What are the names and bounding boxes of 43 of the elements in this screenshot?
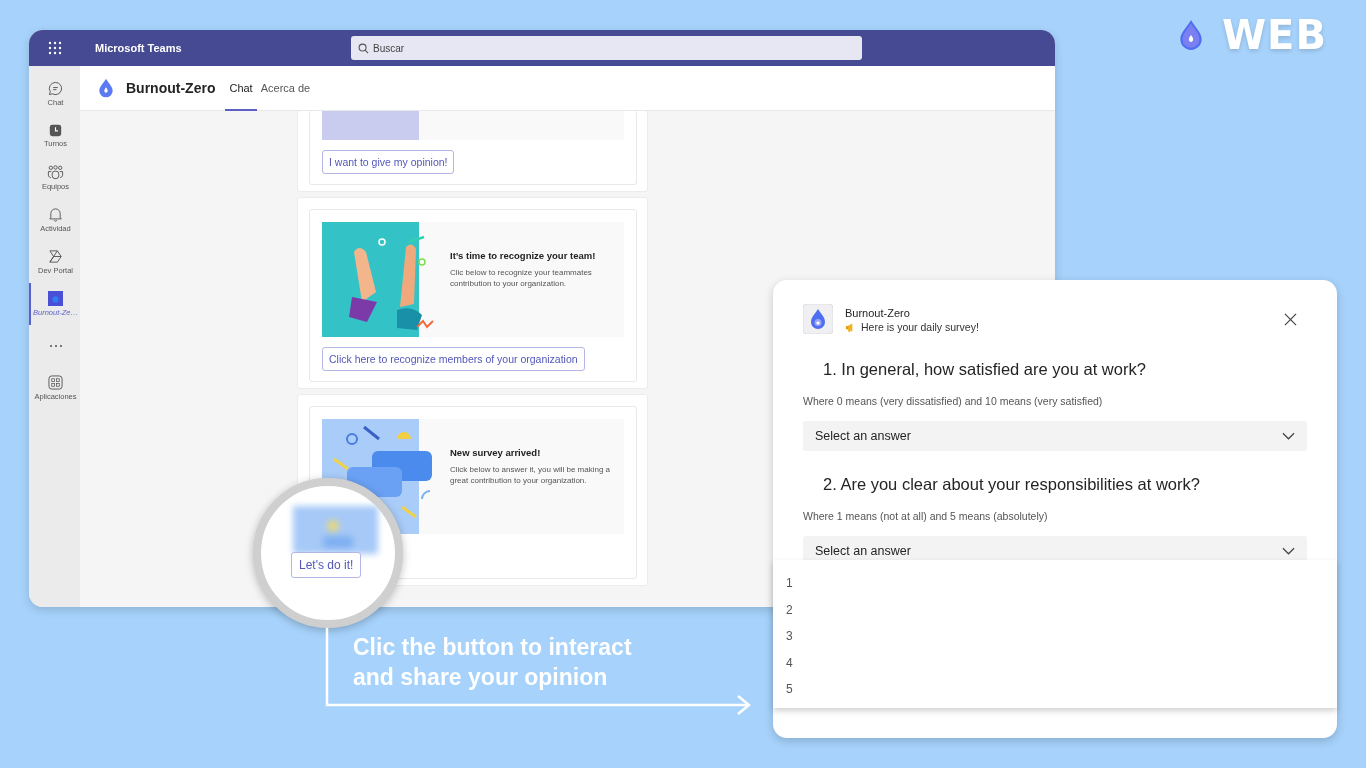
chevron-down-icon	[1282, 547, 1295, 555]
tab[interactable]: Acerca de	[256, 65, 315, 111]
dropdown-option[interactable]: 5	[773, 676, 1337, 703]
clock-icon	[49, 124, 62, 137]
chevron-down-icon	[1282, 432, 1295, 440]
search-field[interactable]: Buscar	[351, 36, 862, 60]
drop-logo-icon	[1178, 19, 1204, 51]
card-title: It’s time to recognize your team!	[450, 249, 597, 263]
card-action-button[interactable]: I want to give my opinion!	[322, 150, 455, 174]
question-title: 1. In general, how satisfied are you at work?	[823, 359, 1147, 380]
more-icon	[48, 344, 63, 348]
card-action-button[interactable]: Let's do it!	[291, 552, 362, 578]
dropdown-option[interactable]: 4	[773, 649, 1337, 676]
dialog-subtitle: Here is your daily survey!	[861, 321, 979, 333]
app-icon	[48, 291, 63, 306]
apps-icon	[48, 375, 63, 390]
card-title: New survey arrived!	[450, 446, 542, 460]
callout-text: Clic the button to interact	[353, 633, 632, 662]
portal-icon	[48, 249, 63, 264]
tab[interactable]: Chat	[225, 65, 257, 111]
dropdown-option[interactable]: 3	[773, 623, 1337, 650]
app-launcher-icon[interactable]	[48, 41, 62, 55]
card-action-button[interactable]: Click here to recognize members of your organization	[322, 347, 585, 371]
brand-label: WEB	[1222, 12, 1327, 58]
window-title: Microsoft Teams	[95, 42, 183, 54]
search-icon	[358, 43, 369, 54]
close-icon[interactable]	[1284, 313, 1297, 326]
people-icon	[47, 165, 64, 180]
answer-dropdown[interactable]: Select an answer	[803, 421, 1307, 451]
dropdown-option[interactable]: 2	[773, 596, 1337, 623]
question-hint: Where 0 means (very dissatisfied) and 10 means (very satisfied)	[803, 394, 1104, 408]
card-text: Clic below to recognize your teammates contribution to your organization.	[450, 267, 593, 289]
bell-icon	[48, 207, 63, 222]
dropdown-option[interactable]: 1	[773, 570, 1337, 597]
chat-icon	[48, 81, 63, 96]
card-text: Click below to answer it, you will be making a great contribution to your organization.	[450, 464, 612, 486]
dialog-app-name: Burnout-Zero	[845, 307, 911, 319]
app-title: Burnout-Zero	[126, 80, 216, 96]
drop-icon	[98, 78, 114, 98]
question-hint: Where 1 means (not at all) and 5 means (absolutely)	[803, 509, 1049, 523]
drop-icon	[803, 304, 833, 334]
callout-text: and share your opinion	[353, 663, 609, 692]
question-title: 2. Are you clear about your responsibilities at work?	[823, 474, 1201, 495]
